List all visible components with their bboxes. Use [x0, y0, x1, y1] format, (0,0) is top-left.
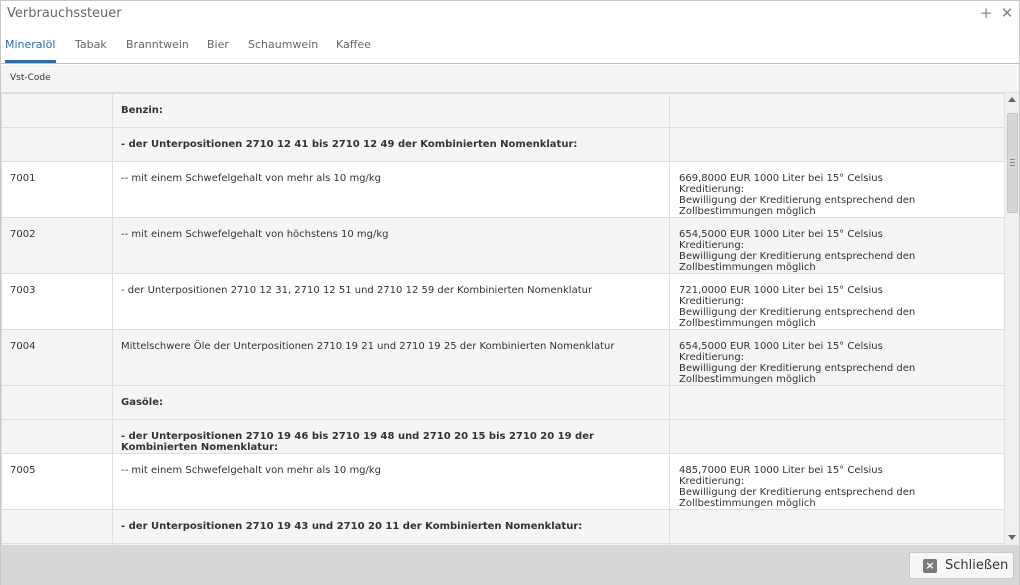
- vst-code-cell: 7004: [1, 329, 113, 386]
- rate-cell: [669, 509, 1004, 544]
- group-header-row[interactable]: Benzin:: [1, 93, 1004, 128]
- close-button-label: Schließen: [945, 558, 1009, 573]
- rate-line: Zollbestimmungen möglich: [679, 318, 816, 329]
- tax-grid: Benzin: - der Unterpositionen 2710 12 41 …: [1, 93, 1004, 545]
- description-cell: - der Unterpositionen 2710 19 43 und 271…: [112, 509, 670, 544]
- rate-line: 485,7000 EUR 1000 Liter bei 15° Celsius: [679, 465, 883, 476]
- dialog-footer: × Schließen: [1, 545, 1019, 585]
- rate-line: Zollbestimmungen möglich: [679, 262, 816, 273]
- rate-line: Zollbestimmungen möglich: [679, 498, 816, 509]
- active-tab-indicator: [5, 60, 56, 63]
- scroll-up-arrow-icon[interactable]: [1008, 97, 1016, 102]
- tab-kaffee[interactable]: Kaffee: [336, 38, 371, 51]
- rate-line: Bewilligung der Kreditierung entsprechen…: [679, 363, 916, 374]
- rate-line: Bewilligung der Kreditierung entsprechen…: [679, 307, 916, 318]
- rate-line: Zollbestimmungen möglich: [679, 206, 816, 217]
- description-cell: -- mit einem Schwefelgehalt von mehr als…: [112, 453, 670, 510]
- tax-table: Benzin: - der Unterpositionen 2710 12 41 …: [1, 93, 1004, 545]
- vst-code-cell: [1, 509, 113, 544]
- group-header-row[interactable]: - der Unterpositionen 2710 19 46 bis 271…: [1, 419, 1004, 454]
- tab-schaumwein[interactable]: Schaumwein: [248, 38, 318, 51]
- description-cell: - der Unterpositionen 2710 12 41 bis 271…: [112, 127, 670, 162]
- rate-cell: [669, 127, 1004, 162]
- description-cell: Mittelschwere Öle der Unterpositionen 27…: [112, 329, 670, 386]
- group-header-row[interactable]: - der Unterpositionen 2710 19 43 und 271…: [1, 509, 1004, 544]
- close-button[interactable]: × Schließen: [909, 552, 1014, 579]
- rate-line: 669,8000 EUR 1000 Liter bei 15° Celsius: [679, 173, 883, 184]
- vst-code-cell: 7001: [1, 161, 113, 218]
- scroll-down-arrow-icon[interactable]: [1008, 535, 1016, 540]
- description-cell: Gasöle:: [112, 385, 670, 420]
- vst-code-cell: 7005: [1, 453, 113, 510]
- add-icon[interactable]: +: [977, 4, 995, 22]
- rate-line: Kreditierung:: [679, 184, 745, 195]
- window-title: Verbrauchssteuer: [7, 6, 122, 21]
- titlebar: Verbrauchssteuer + ✕: [1, 1, 1019, 27]
- description-cell: Benzin:: [112, 93, 670, 128]
- rate-line: 654,5000 EUR 1000 Liter bei 15° Celsius: [679, 229, 883, 240]
- column-header-vst-code[interactable]: Vst-Code: [10, 73, 51, 83]
- vertical-scrollbar[interactable]: [1004, 93, 1019, 545]
- vst-code-cell: [1, 385, 113, 420]
- rate-line: Kreditierung:: [679, 476, 745, 487]
- description-cell: -- mit einem Schwefelgehalt von mehr als…: [112, 161, 670, 218]
- rate-cell: [669, 93, 1004, 128]
- rate-line: Kreditierung:: [679, 240, 745, 251]
- group-header-row[interactable]: Gasöle:: [1, 385, 1004, 420]
- table-row[interactable]: 7004 Mittelschwere Öle der Unterpositione…: [1, 329, 1004, 386]
- description-cell: -- mit einem Schwefelgehalt von höchsten…: [112, 217, 670, 274]
- table-row[interactable]: 7003- der Unterpositionen 2710 12 31, 27…: [1, 273, 1004, 330]
- table-row[interactable]: 7005 -- mit einem Schwefelgehalt von mehr…: [1, 453, 1004, 510]
- rate-line: 721,0000 EUR 1000 Liter bei 15° Celsius: [679, 285, 883, 296]
- tab-bier[interactable]: Bier: [207, 38, 229, 51]
- column-header-row: Vst-Code: [1, 65, 1019, 93]
- close-x-icon: ×: [923, 559, 937, 573]
- table-row[interactable]: 7001 -- mit einem Schwefelgehalt von mehr…: [1, 161, 1004, 218]
- rate-line: Bewilligung der Kreditierung entsprechen…: [679, 251, 916, 262]
- group-header-row[interactable]: - der Unterpositionen 2710 12 41 bis 271…: [1, 127, 1004, 162]
- description-cell: - der Unterpositionen 2710 19 46 bis 271…: [112, 419, 670, 454]
- rate-cell: 721,0000 EUR 1000 Liter bei 15° Celsius K…: [669, 273, 1004, 330]
- vst-code-cell: [1, 93, 113, 128]
- dialog-window: Verbrauchssteuer + ✕ Mineralöl Tabak Bra…: [0, 0, 1020, 585]
- table-row[interactable]: 7002 -- mit einem Schwefelgehalt von höch…: [1, 217, 1004, 274]
- rate-line: Bewilligung der Kreditierung entsprechen…: [679, 195, 916, 206]
- grip-icon: [1010, 159, 1015, 166]
- rate-cell: [669, 419, 1004, 454]
- description-cell: - der Unterpositionen 2710 12 31, 2710 1…: [112, 273, 670, 330]
- rate-line: Bewilligung der Kreditierung entsprechen…: [679, 487, 916, 498]
- tab-tabak[interactable]: Tabak: [75, 38, 107, 51]
- vst-code-cell: [1, 419, 113, 454]
- close-icon[interactable]: ✕: [998, 4, 1016, 22]
- rate-cell: 654,5000 EUR 1000 Liter bei 15° Celsius K…: [669, 217, 1004, 274]
- tab-mineraloel[interactable]: Mineralöl: [5, 38, 55, 51]
- rate-line: Zollbestimmungen möglich: [679, 374, 816, 385]
- vst-code-cell: 7003: [1, 273, 113, 330]
- vst-code-cell: 7002: [1, 217, 113, 274]
- tab-branntwein[interactable]: Branntwein: [126, 38, 189, 51]
- vst-code-cell: [1, 127, 113, 162]
- rate-line: Kreditierung:: [679, 296, 745, 307]
- scrollbar-thumb[interactable]: [1007, 113, 1018, 213]
- rate-line: Kreditierung:: [679, 352, 745, 363]
- rate-cell: 485,7000 EUR 1000 Liter bei 15° Celsius K…: [669, 453, 1004, 510]
- rate-line: 654,5000 EUR 1000 Liter bei 15° Celsius: [679, 341, 883, 352]
- rate-cell: 669,8000 EUR 1000 Liter bei 15° Celsius K…: [669, 161, 1004, 218]
- rate-cell: [669, 385, 1004, 420]
- tab-bar: Mineralöl Tabak Branntwein Bier Schaumwe…: [1, 31, 1019, 64]
- rate-cell: 654,5000 EUR 1000 Liter bei 15° Celsius K…: [669, 329, 1004, 386]
